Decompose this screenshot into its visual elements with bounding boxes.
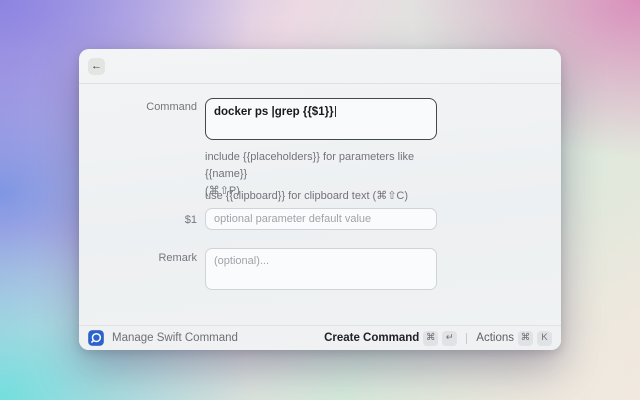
- param1-input[interactable]: [205, 208, 437, 230]
- command-field-label: Command: [146, 101, 197, 113]
- remark-field-label: Remark: [158, 252, 197, 264]
- actions-menu-button[interactable]: Actions ⌘ K: [476, 330, 552, 346]
- clipboard-help-text: use {{clipboard}} for clipboard text (⌘⇧…: [205, 190, 409, 202]
- command-key-icon: ⌘: [423, 330, 439, 346]
- command-form: Command docker ps |grep {{$1}} include {…: [79, 49, 561, 350]
- action-bar: Manage Swift Command Create Command ⌘ ↵ …: [79, 325, 561, 350]
- footer-divider: [466, 332, 468, 344]
- command-key-icon: ⌘: [518, 330, 533, 346]
- raycast-window: ← Command docker ps |grep {{$1}} include…: [79, 49, 561, 350]
- create-command-button[interactable]: Create Command ⌘ ↵: [324, 330, 458, 346]
- text-cursor: [334, 106, 336, 117]
- return-key-icon: ↵: [442, 330, 458, 346]
- footer-command-title: Manage Swift Command: [112, 332, 238, 344]
- command-text: docker ps |grep {{$1}}: [214, 106, 334, 118]
- footer-actions: Create Command ⌘ ↵ Actions ⌘ K: [324, 330, 552, 346]
- param1-field-label: $1: [184, 214, 197, 226]
- actions-menu-label: Actions: [476, 332, 514, 344]
- remark-textarea[interactable]: [205, 248, 437, 290]
- command-textarea[interactable]: docker ps |grep {{$1}}: [205, 98, 437, 140]
- swift-command-app-icon: [88, 330, 104, 346]
- create-command-label: Create Command: [324, 332, 420, 344]
- k-key-icon: K: [537, 330, 552, 346]
